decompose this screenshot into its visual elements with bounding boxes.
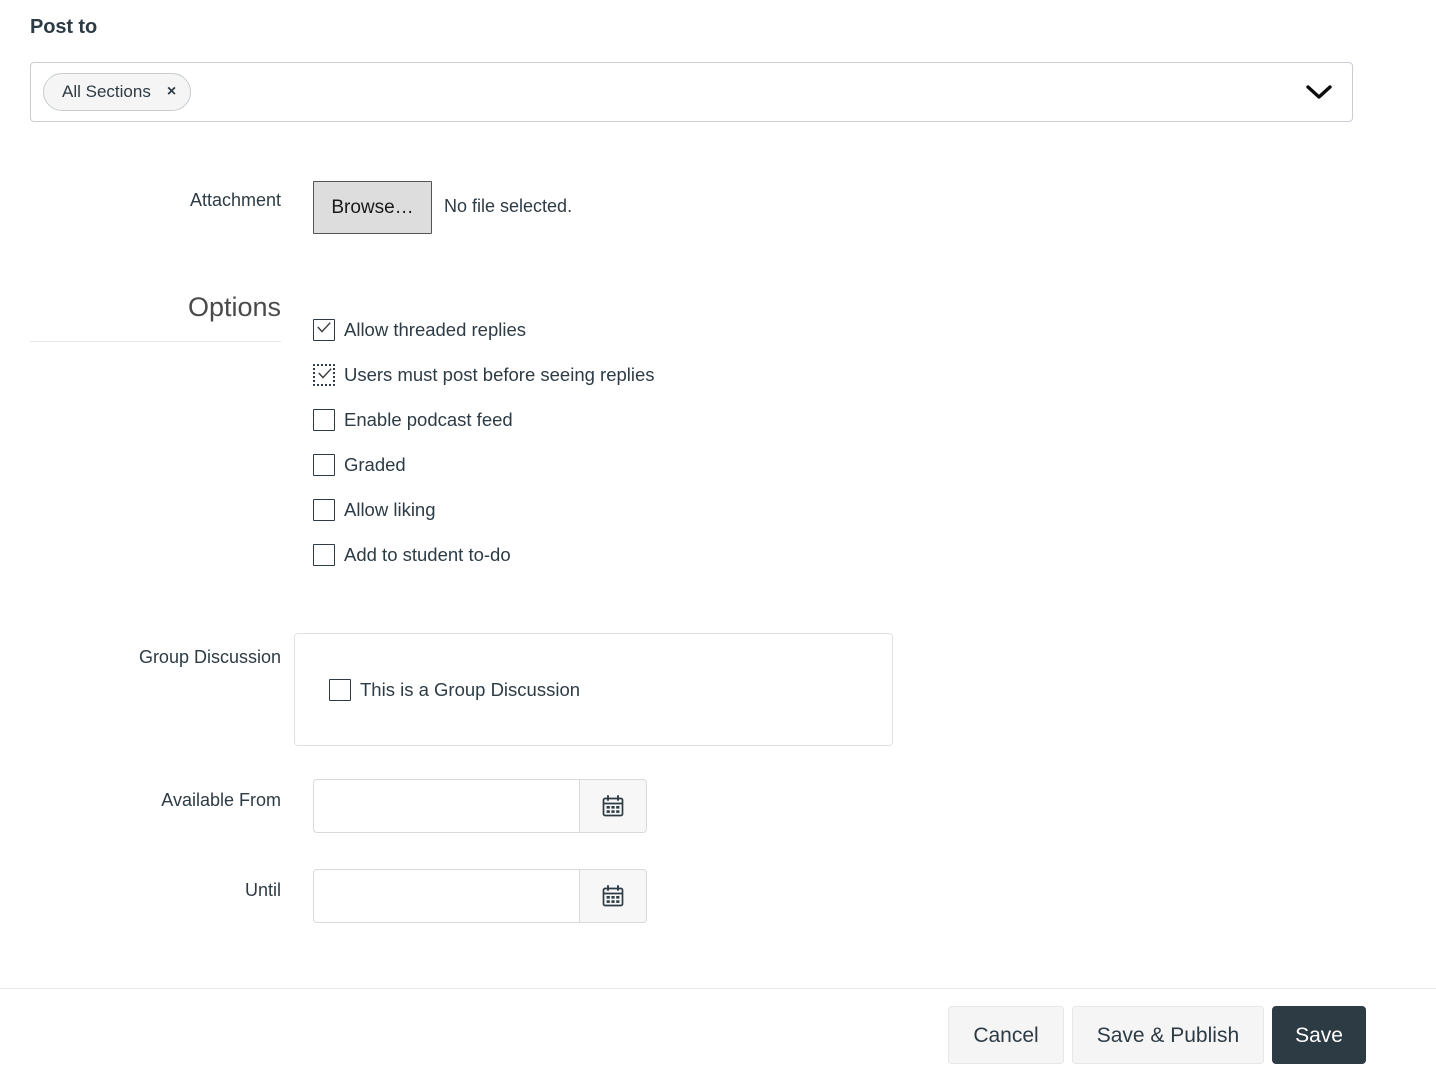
file-status-text: No file selected.: [444, 196, 573, 216]
until-input[interactable]: [313, 869, 579, 923]
group-discussion-label: Group Discussion: [138, 647, 281, 667]
save-button[interactable]: Save: [1272, 1006, 1366, 1064]
option-users-must-post-before-seeing-replies[interactable]: Users must post before seeing replies: [313, 352, 655, 397]
option-label: Allow liking: [344, 498, 436, 520]
post-to-select[interactable]: All Sections ×: [30, 62, 1353, 122]
remove-section-icon[interactable]: ×: [167, 84, 176, 100]
chevron-down-icon[interactable]: [1306, 83, 1332, 101]
cancel-button[interactable]: Cancel: [948, 1006, 1064, 1064]
options-checkbox-list: Allow threaded replies Users must post b…: [313, 307, 655, 577]
checkbox-graded[interactable]: [313, 453, 335, 476]
until-field-group: [313, 869, 647, 923]
section-pill-all-sections[interactable]: All Sections ×: [43, 73, 192, 111]
options-heading: Options: [187, 292, 281, 322]
checkbox-users-must-post-before-seeing-replies[interactable]: [313, 363, 335, 386]
checkbox-allow-liking[interactable]: [313, 498, 335, 521]
option-enable-podcast-feed[interactable]: Enable podcast feed: [313, 397, 655, 442]
option-allow-threaded-replies[interactable]: Allow threaded replies: [313, 307, 655, 352]
save-and-publish-button[interactable]: Save & Publish: [1071, 1006, 1265, 1064]
form-action-buttons: Cancel Save & Publish Save: [948, 1006, 1366, 1064]
checkbox-allow-threaded-replies[interactable]: [313, 318, 335, 341]
options-divider: [30, 341, 281, 342]
option-this-is-a-group-discussion[interactable]: This is a Group Discussion: [329, 679, 580, 701]
option-label: Add to student to-do: [344, 543, 511, 565]
option-label: Enable podcast feed: [344, 408, 513, 430]
option-add-to-student-to-do[interactable]: Add to student to-do: [313, 532, 655, 577]
group-discussion-panel: This is a Group Discussion: [294, 633, 893, 746]
option-label: Graded: [344, 453, 406, 475]
attachment-label: Attachment: [189, 190, 281, 210]
option-label: Allow threaded replies: [344, 318, 527, 340]
option-graded[interactable]: Graded: [313, 442, 655, 487]
available-from-field-group: [313, 779, 647, 833]
post-to-heading: Post to: [30, 16, 98, 38]
option-label: Users must post before seeing replies: [344, 363, 655, 385]
available-from-calendar-button[interactable]: [579, 779, 647, 833]
until-calendar-button[interactable]: [579, 869, 647, 923]
available-from-input[interactable]: [313, 779, 579, 833]
checkbox-this-is-a-group-discussion[interactable]: [329, 679, 351, 701]
checkbox-add-to-student-to-do[interactable]: [313, 543, 335, 566]
group-discussion-checkbox-label: This is a Group Discussion: [360, 679, 581, 700]
option-allow-liking[interactable]: Allow liking: [313, 487, 655, 532]
until-label: Until: [244, 880, 281, 900]
browse-button[interactable]: Browse…: [313, 181, 432, 234]
section-pill-label: All Sections: [62, 82, 151, 101]
available-from-label: Available From: [161, 790, 281, 810]
checkbox-enable-podcast-feed[interactable]: [313, 408, 335, 431]
footer-divider: [0, 988, 1436, 989]
